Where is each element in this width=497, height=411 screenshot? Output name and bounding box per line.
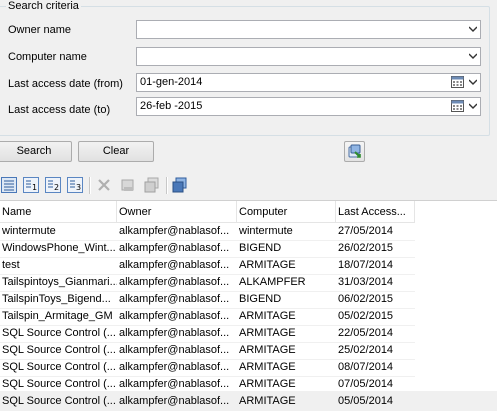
export-button[interactable]	[344, 141, 365, 162]
export-icon	[348, 144, 361, 158]
computer-name-label: Computer name	[8, 51, 87, 63]
table-row[interactable]: SQL Source Control (... alkampfer@nablaso…	[0, 393, 415, 411]
calendar-icon[interactable]	[451, 100, 464, 112]
svg-text:2: 2	[54, 183, 59, 192]
cell-last-access: 26/02/2015	[338, 242, 394, 254]
last-access-to-datepicker[interactable]: 26-feb -2015	[136, 97, 481, 116]
cell-computer: BIGEND	[239, 293, 282, 305]
last-access-from-datepicker[interactable]: 01-gen-2014	[136, 73, 481, 92]
table-row[interactable]: Tailspin_Armitage_GM alkampfer@nablasof..…	[0, 308, 415, 326]
last-access-from-label: Last access date (from)	[8, 78, 123, 90]
toolbar-separator	[89, 177, 91, 194]
cell-name: WindowsPhone_Wint...	[2, 242, 116, 254]
cell-computer: ARMITAGE	[239, 259, 296, 271]
cell-name: SQL Source Control (...	[2, 344, 116, 356]
cell-name: SQL Source Control (...	[2, 378, 116, 390]
cell-last-access: 07/05/2014	[338, 378, 394, 390]
clear-button[interactable]: Clear	[78, 141, 154, 162]
cell-owner: alkampfer@nablasof...	[119, 242, 230, 254]
cell-name: Tailspintoys_Gianmari...	[2, 276, 117, 288]
cell-name: TailspinToys_Bigend...	[2, 293, 111, 305]
svg-text:3: 3	[76, 183, 81, 192]
cell-name: Tailspin_Armitage_GM	[2, 310, 113, 322]
last-access-to-label: Last access date (to)	[8, 104, 111, 116]
cell-computer: BIGEND	[239, 242, 282, 254]
cell-last-access: 08/07/2014	[338, 361, 394, 373]
computer-name-combo[interactable]	[136, 47, 481, 66]
column-header-owner[interactable]: Owner	[117, 201, 237, 223]
table-row[interactable]: wintermute alkampfer@nablasof... wintermut…	[0, 223, 415, 241]
chevron-down-icon	[469, 26, 477, 32]
cell-owner: alkampfer@nablasof...	[119, 361, 230, 373]
table-row[interactable]: SQL Source Control (... alkampfer@nablaso…	[0, 342, 415, 360]
cell-owner: alkampfer@nablasof...	[119, 259, 230, 271]
cell-owner: alkampfer@nablasof...	[119, 395, 230, 407]
cell-computer: ARMITAGE	[239, 361, 296, 373]
cell-last-access: 22/05/2014	[338, 327, 394, 339]
cell-owner: alkampfer@nablasof...	[119, 276, 230, 288]
search-button[interactable]: Search	[0, 141, 72, 162]
chevron-down-icon	[469, 103, 477, 109]
results-grid[interactable]: Name Owner Computer Last Access... winte…	[0, 200, 497, 411]
cell-computer: ALKAMPFER	[239, 276, 306, 288]
cell-name: SQL Source Control (...	[2, 395, 116, 407]
table-row[interactable]: SQL Source Control (... alkampfer@nablaso…	[0, 359, 415, 377]
database-icon[interactable]	[172, 177, 188, 193]
svg-text:1: 1	[32, 183, 37, 192]
table-row[interactable]: SQL Source Control (... alkampfer@nablaso…	[0, 325, 415, 343]
cell-owner: alkampfer@nablasof...	[119, 310, 230, 322]
table-row[interactable]: SQL Source Control (... alkampfer@nablaso…	[0, 376, 415, 394]
search-criteria-legend: Search criteria	[6, 0, 81, 12]
cell-last-access: 18/07/2014	[338, 259, 394, 271]
copy-icon[interactable]	[144, 177, 160, 193]
cell-owner: alkampfer@nablasof...	[119, 225, 230, 237]
cell-computer: ARMITAGE	[239, 378, 296, 390]
delete-icon[interactable]	[96, 177, 112, 193]
chevron-down-icon	[469, 53, 477, 59]
table-row[interactable]: test alkampfer@nablasof... ARMITAGE 18/07/2…	[0, 257, 415, 275]
owner-name-combo[interactable]	[136, 20, 481, 39]
cell-computer: ARMITAGE	[239, 395, 296, 407]
edit-icon[interactable]	[120, 177, 136, 193]
cell-computer: ARMITAGE	[239, 344, 296, 356]
sort-3-icon[interactable]: 3	[67, 177, 83, 193]
column-header-computer[interactable]: Computer	[237, 201, 336, 223]
chevron-down-icon	[469, 79, 477, 85]
column-header-last-access[interactable]: Last Access...	[336, 201, 415, 223]
toolbar-separator	[166, 177, 168, 194]
table-row[interactable]: TailspinToys_Bigend... alkampfer@nablasof…	[0, 291, 415, 309]
cell-last-access: 27/05/2014	[338, 225, 394, 237]
calendar-icon[interactable]	[451, 76, 464, 88]
column-header-name[interactable]: Name	[0, 201, 117, 223]
cell-last-access: 05/02/2015	[338, 310, 394, 322]
cell-last-access: 06/02/2015	[338, 293, 394, 305]
cell-name: SQL Source Control (...	[2, 327, 116, 339]
view-details-icon[interactable]	[1, 177, 17, 193]
cell-owner: alkampfer@nablasof...	[119, 378, 230, 390]
cell-name: SQL Source Control (...	[2, 361, 116, 373]
cell-computer: wintermute	[239, 225, 293, 237]
cell-owner: alkampfer@nablasof...	[119, 344, 230, 356]
table-row[interactable]: Tailspintoys_Gianmari... alkampfer@nablas…	[0, 274, 415, 292]
cell-last-access: 25/02/2014	[338, 344, 394, 356]
sort-1-icon[interactable]: 1	[23, 177, 39, 193]
cell-last-access: 31/03/2014	[338, 276, 394, 288]
cell-name: test	[2, 259, 20, 271]
table-row[interactable]: WindowsPhone_Wint... alkampfer@nablasof..…	[0, 240, 415, 258]
cell-owner: alkampfer@nablasof...	[119, 327, 230, 339]
last-access-from-value: 01-gen-2014	[140, 76, 203, 88]
cell-owner: alkampfer@nablasof...	[119, 293, 230, 305]
cell-last-access: 05/05/2014	[338, 395, 394, 407]
cell-computer: ARMITAGE	[239, 310, 296, 322]
sort-2-icon[interactable]: 2	[45, 177, 61, 193]
last-access-to-value: 26-feb -2015	[140, 100, 203, 112]
owner-name-label: Owner name	[8, 24, 71, 36]
cell-name: wintermute	[2, 225, 56, 237]
cell-computer: ARMITAGE	[239, 327, 296, 339]
